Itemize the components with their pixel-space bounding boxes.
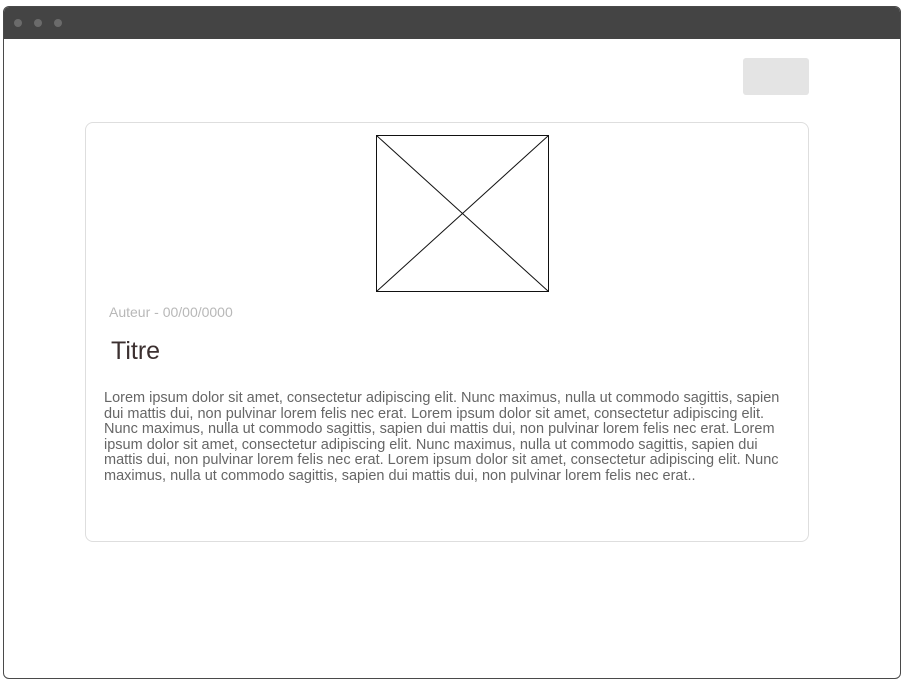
article-title: Titre (111, 337, 161, 365)
maximize-dot[interactable] (54, 19, 62, 27)
article-card: Auteur - 00/00/0000 Titre Lorem ipsum do… (85, 122, 809, 542)
article-body: Lorem ipsum dolor sit amet, consectetur … (104, 390, 780, 484)
close-dot[interactable] (14, 19, 22, 27)
image-placeholder-icon (376, 135, 549, 292)
window-titlebar (4, 7, 900, 39)
minimize-dot[interactable] (34, 19, 42, 27)
browser-window: Auteur - 00/00/0000 Titre Lorem ipsum do… (3, 6, 901, 679)
theme-toggle-button[interactable] (743, 58, 809, 95)
article-meta: Auteur - 00/00/0000 (109, 304, 233, 320)
moon-icon (772, 70, 779, 83)
